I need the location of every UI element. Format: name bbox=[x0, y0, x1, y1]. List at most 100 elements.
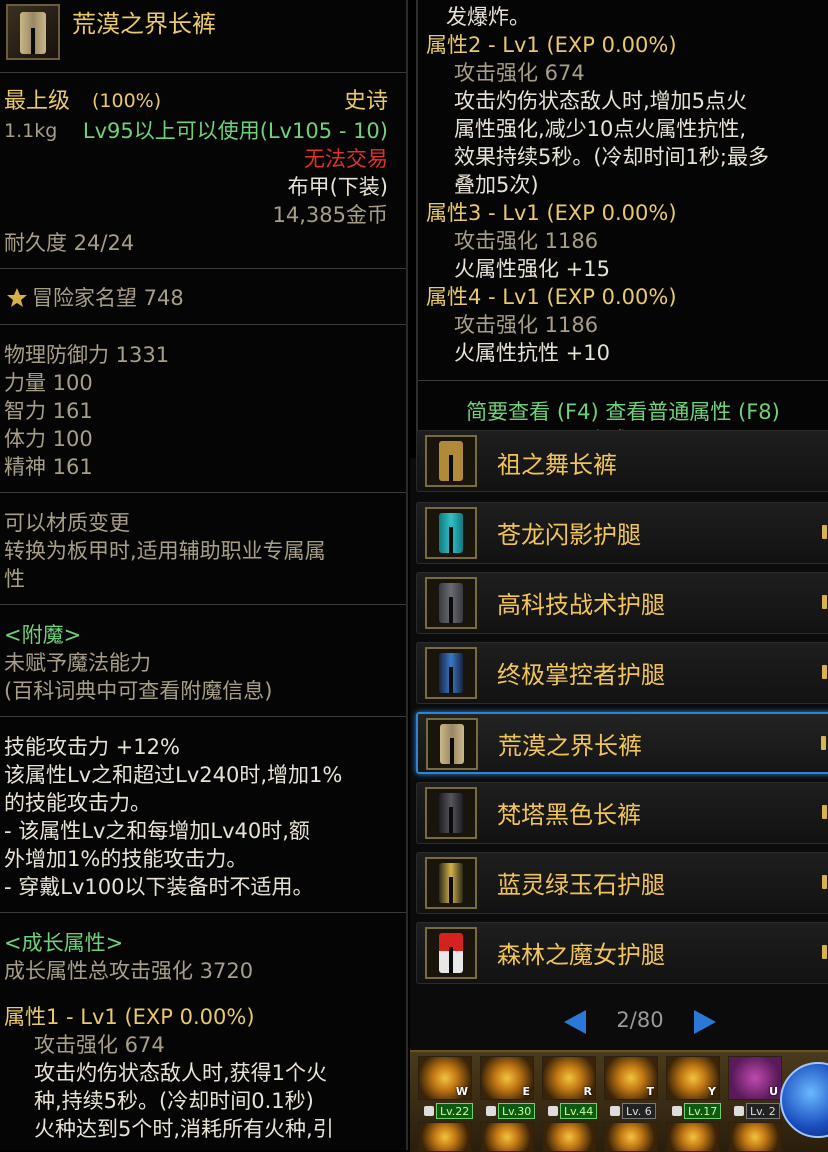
list-item-label: 终极掌控者护腿 bbox=[497, 661, 665, 689]
skill-slot[interactable] bbox=[666, 1122, 720, 1152]
item-thumb-icon bbox=[425, 787, 477, 839]
stat-line: 精神 161 bbox=[4, 455, 93, 479]
item-marker-icon bbox=[822, 665, 827, 679]
material-line: 转换为板甲时,适用辅助职业专属属 bbox=[4, 539, 326, 563]
pagination: 2/80 bbox=[560, 1006, 720, 1038]
list-item-label: 梵塔黑色长裤 bbox=[497, 801, 641, 829]
list-item-label: 高科技战术护腿 bbox=[497, 591, 665, 619]
item-type: 布甲(下装) bbox=[287, 175, 388, 199]
weight: 1.1kg bbox=[4, 120, 58, 142]
list-item[interactable]: 终极掌控者护腿 bbox=[416, 642, 828, 704]
divider bbox=[0, 324, 406, 325]
list-item-label: 荒漠之界长裤 bbox=[498, 732, 642, 760]
attr4-extra: 火属性抗性 +10 bbox=[454, 341, 610, 365]
skill-level-badge: Lv.22 bbox=[436, 1103, 474, 1119]
attr2-desc: 效果持续5秒。(冷却时间1秒;最多 bbox=[454, 145, 769, 169]
skill-slot[interactable]: T bbox=[604, 1056, 658, 1100]
list-item[interactable]: 森林之魔女护腿 bbox=[416, 922, 828, 984]
prev-page-icon[interactable] bbox=[564, 1010, 586, 1034]
attr3-attack: 攻击强化 1186 bbox=[454, 229, 599, 253]
attr1-desc: 攻击灼伤状态敌人时,获得1个火 bbox=[34, 1061, 328, 1085]
attr2-desc: 攻击灼伤状态敌人时,增加5点火 bbox=[454, 89, 748, 113]
item-marker-icon bbox=[822, 875, 827, 889]
price: 14,385金币 bbox=[272, 203, 388, 227]
skill-slot[interactable] bbox=[728, 1122, 782, 1152]
skill-slot[interactable]: Y bbox=[666, 1056, 720, 1100]
view-shortcuts-link[interactable]: 简要查看 (F4) 查看普通属性 (F8) bbox=[418, 396, 828, 426]
rarity-pct: (100%) bbox=[92, 90, 162, 112]
skill-key: W bbox=[455, 1085, 468, 1098]
item-list: 祖之舞长裤 苍龙闪影护腿 高科技战术护腿 终极掌控者护腿 荒漠之界长裤 梵塔黑色… bbox=[410, 430, 828, 1050]
stat-line: 体力 100 bbox=[4, 427, 93, 451]
stat-line: 智力 161 bbox=[4, 399, 93, 423]
skill-level-badge: Lv. 6 bbox=[622, 1103, 656, 1119]
list-item-label: 苍龙闪影护腿 bbox=[497, 521, 641, 549]
item-thumb-icon bbox=[425, 577, 477, 629]
skill-line: 该属性Lv之和超过Lv240时,增加1% bbox=[4, 763, 343, 787]
skill-slot[interactable]: E bbox=[480, 1056, 534, 1100]
level-requirement: Lv95以上可以使用(Lv105 - 10) bbox=[82, 119, 388, 143]
enchant-line: 未赋予魔法能力 bbox=[4, 651, 151, 675]
attr3-title: 属性3 - Lv1 (EXP 0.00%) bbox=[426, 201, 677, 225]
skill-slot[interactable] bbox=[480, 1122, 534, 1152]
divider bbox=[0, 912, 406, 913]
skill-slot[interactable] bbox=[542, 1122, 596, 1152]
divider bbox=[0, 492, 406, 493]
grade: 史诗 bbox=[343, 89, 388, 114]
attr2-desc: 叠加5次) bbox=[454, 173, 539, 197]
skill-line: 外增加1%的技能攻击力。 bbox=[4, 847, 248, 871]
growth-total: 成长属性总攻击强化 3720 bbox=[4, 959, 254, 983]
item-thumb-icon bbox=[425, 927, 477, 979]
item-thumb-icon bbox=[425, 435, 477, 487]
item-marker-icon bbox=[822, 525, 827, 539]
growth-header: <成长属性> bbox=[4, 931, 124, 955]
item-marker-icon bbox=[822, 595, 827, 609]
skill-bar: W E R T Y U Lv.22 Lv.30 Lv.44 Lv. 6 Lv.1… bbox=[410, 1050, 828, 1152]
attr1-title: 属性1 - Lv1 (EXP 0.00%) bbox=[4, 1005, 255, 1029]
skill-line: - 穿戴Lv100以下装备时不适用。 bbox=[4, 875, 314, 899]
attr2-attack: 攻击强化 674 bbox=[454, 61, 585, 85]
page-indicator: 2/80 bbox=[616, 1008, 664, 1032]
skill-slot[interactable] bbox=[418, 1122, 472, 1152]
item-name: 荒漠之界长裤 bbox=[72, 10, 216, 38]
skill-line: 的技能攻击力。 bbox=[4, 791, 151, 815]
list-item-selected[interactable]: 荒漠之界长裤 bbox=[416, 712, 828, 774]
lock-icon bbox=[548, 1106, 558, 1116]
mp-orb-icon bbox=[780, 1062, 828, 1138]
list-item-label: 蓝灵绿玉石护腿 bbox=[497, 871, 665, 899]
enchant-header: <附魔> bbox=[4, 623, 82, 647]
list-item[interactable]: 蓝灵绿玉石护腿 bbox=[416, 852, 828, 914]
rarity-label: 最上级 bbox=[4, 89, 71, 114]
skill-slot[interactable]: U bbox=[728, 1056, 782, 1100]
item-thumb-icon bbox=[426, 718, 478, 770]
item-marker-icon bbox=[821, 736, 826, 750]
continued-text: 发爆炸。 bbox=[446, 5, 530, 29]
list-item[interactable]: 苍龙闪影护腿 bbox=[416, 502, 828, 564]
item-icon bbox=[6, 4, 60, 60]
material-line: 性 bbox=[4, 567, 25, 591]
item-tooltip: 荒漠之界长裤 最上级 (100%) 史诗 1.1kg Lv95以上可以使用(Lv… bbox=[0, 0, 408, 1150]
skill-slot[interactable]: R bbox=[542, 1056, 596, 1100]
lock-icon bbox=[672, 1106, 682, 1116]
skill-line: - 该属性Lv之和每增加Lv40时,额 bbox=[4, 819, 310, 843]
skill-slot[interactable] bbox=[604, 1122, 658, 1152]
skill-key: Y bbox=[708, 1085, 716, 1098]
skill-slot[interactable]: W bbox=[418, 1056, 472, 1100]
lock-icon bbox=[424, 1106, 434, 1116]
skill-level-badge: Lv.30 bbox=[498, 1103, 536, 1119]
next-page-icon[interactable] bbox=[694, 1010, 716, 1034]
list-item[interactable]: 高科技战术护腿 bbox=[416, 572, 828, 634]
skill-line: 技能攻击力 +12% bbox=[4, 735, 180, 759]
lock-icon bbox=[610, 1106, 620, 1116]
enchant-line: (百科词典中可查看附魔信息) bbox=[4, 679, 273, 703]
skill-level-badge: Lv.17 bbox=[684, 1103, 722, 1119]
list-item-partial[interactable]: 祖之舞长裤 bbox=[416, 430, 828, 492]
skill-key: E bbox=[522, 1085, 530, 1098]
item-thumb-icon bbox=[425, 647, 477, 699]
skill-level-badge: Lv.44 bbox=[560, 1103, 598, 1119]
attr1-attack: 攻击强化 674 bbox=[34, 1033, 165, 1057]
stat-line: 物理防御力 1331 bbox=[4, 343, 170, 367]
list-item[interactable]: 梵塔黑色长裤 bbox=[416, 782, 828, 844]
skill-key: T bbox=[646, 1085, 654, 1098]
list-item-label: 祖之舞长裤 bbox=[497, 451, 617, 479]
